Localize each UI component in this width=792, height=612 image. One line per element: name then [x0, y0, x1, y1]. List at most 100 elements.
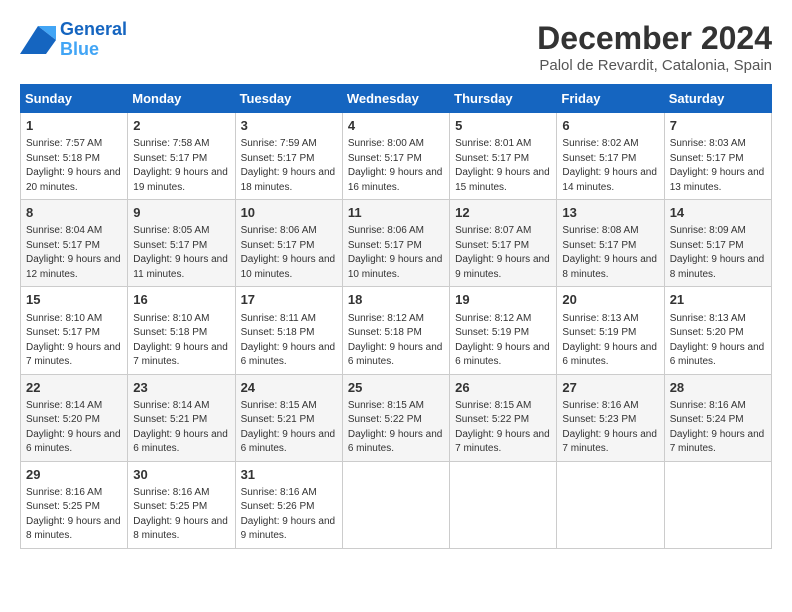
- day-info: Sunrise: 8:10 AM Sunset: 5:18 PM Dayligh…: [133, 312, 229, 370]
- day-number: 27: [562, 379, 658, 397]
- day-info: Sunrise: 8:10 AM Sunset: 5:17 PM Dayligh…: [26, 312, 122, 370]
- day-number: 16: [133, 291, 229, 309]
- day-info: Sunrise: 7:58 AM Sunset: 5:17 PM Dayligh…: [133, 137, 229, 195]
- calendar-day-cell: 23 Sunrise: 8:14 AM Sunset: 5:21 PM Dayli…: [128, 374, 235, 461]
- day-info: Sunrise: 8:03 AM Sunset: 5:17 PM Dayligh…: [670, 137, 766, 195]
- calendar-day-cell: 11Sunrise: 8:06 AM Sunset: 5:17 PM Dayli…: [342, 200, 449, 287]
- day-info: Sunrise: 8:12 AM Sunset: 5:18 PM Dayligh…: [348, 312, 444, 370]
- day-info: Sunrise: 8:16 AM Sunset: 5:26 PM Dayligh…: [241, 486, 337, 544]
- calendar-day-cell: 14 Sunrise: 8:09 AM Sunset: 5:17 PM Dayli…: [664, 200, 771, 287]
- header-cell-sunday: Sunday: [21, 85, 128, 113]
- day-info: Sunrise: 7:57 AM Sunset: 5:18 PM Dayligh…: [26, 137, 122, 195]
- calendar-day-cell: 22 Sunrise: 8:14 AM Sunset: 5:20 PM Dayli…: [21, 374, 128, 461]
- day-number: 26: [455, 379, 551, 397]
- page-title: December 2024: [537, 20, 772, 57]
- day-number: 11: [348, 204, 444, 222]
- day-info: Sunrise: 8:05 AM Sunset: 5:17 PM Dayligh…: [133, 224, 229, 282]
- header-cell-monday: Monday: [128, 85, 235, 113]
- calendar-day-cell: 6 Sunrise: 8:02 AM Sunset: 5:17 PM Daylig…: [557, 113, 664, 200]
- calendar-day-cell: 20 Sunrise: 8:13 AM Sunset: 5:19 PM Dayli…: [557, 287, 664, 374]
- calendar-day-cell: [450, 461, 557, 548]
- calendar-day-cell: 17Sunrise: 8:11 AM Sunset: 5:18 PM Dayli…: [235, 287, 342, 374]
- day-info: Sunrise: 8:13 AM Sunset: 5:19 PM Dayligh…: [562, 312, 658, 370]
- calendar-day-cell: 13Sunrise: 8:08 AM Sunset: 5:17 PM Dayli…: [557, 200, 664, 287]
- calendar-header: SundayMondayTuesdayWednesdayThursdayFrid…: [21, 85, 772, 113]
- day-info: Sunrise: 8:16 AM Sunset: 5:25 PM Dayligh…: [26, 486, 122, 544]
- calendar-day-cell: 1 Sunrise: 7:57 AM Sunset: 5:18 PM Daylig…: [21, 113, 128, 200]
- calendar-day-cell: 24 Sunrise: 8:15 AM Sunset: 5:21 PM Dayli…: [235, 374, 342, 461]
- day-number: 14: [670, 204, 766, 222]
- day-info: Sunrise: 8:08 AM Sunset: 5:17 PM Dayligh…: [562, 224, 658, 282]
- day-info: Sunrise: 8:15 AM Sunset: 5:21 PM Dayligh…: [241, 399, 337, 457]
- calendar-day-cell: 29 Sunrise: 8:16 AM Sunset: 5:25 PM Dayli…: [21, 461, 128, 548]
- calendar-day-cell: 12Sunrise: 8:07 AM Sunset: 5:17 PM Dayli…: [450, 200, 557, 287]
- day-info: Sunrise: 7:59 AM Sunset: 5:17 PM Dayligh…: [241, 137, 337, 195]
- calendar-day-cell: 15 Sunrise: 8:10 AM Sunset: 5:17 PM Dayli…: [21, 287, 128, 374]
- day-number: 15: [26, 291, 122, 309]
- day-info: Sunrise: 8:12 AM Sunset: 5:19 PM Dayligh…: [455, 312, 551, 370]
- calendar-day-cell: 19 Sunrise: 8:12 AM Sunset: 5:19 PM Dayli…: [450, 287, 557, 374]
- day-info: Sunrise: 8:16 AM Sunset: 5:23 PM Dayligh…: [562, 399, 658, 457]
- day-number: 9: [133, 204, 229, 222]
- day-number: 6: [562, 117, 658, 135]
- day-info: Sunrise: 8:14 AM Sunset: 5:20 PM Dayligh…: [26, 399, 122, 457]
- day-info: Sunrise: 8:06 AM Sunset: 5:17 PM Dayligh…: [241, 224, 337, 282]
- calendar-day-cell: 30 Sunrise: 8:16 AM Sunset: 5:25 PM Dayli…: [128, 461, 235, 548]
- day-number: 23: [133, 379, 229, 397]
- calendar-day-cell: 27 Sunrise: 8:16 AM Sunset: 5:23 PM Dayli…: [557, 374, 664, 461]
- calendar-table: SundayMondayTuesdayWednesdayThursdayFrid…: [20, 84, 772, 549]
- day-info: Sunrise: 8:00 AM Sunset: 5:17 PM Dayligh…: [348, 137, 444, 195]
- day-number: 4: [348, 117, 444, 135]
- day-info: Sunrise: 8:11 AM Sunset: 5:18 PM Dayligh…: [241, 312, 337, 370]
- day-info: Sunrise: 8:14 AM Sunset: 5:21 PM Dayligh…: [133, 399, 229, 457]
- title-block: December 2024 Palol de Revardit, Catalon…: [537, 20, 772, 74]
- day-number: 30: [133, 466, 229, 484]
- day-number: 22: [26, 379, 122, 397]
- day-number: 24: [241, 379, 337, 397]
- calendar-body: 1 Sunrise: 7:57 AM Sunset: 5:18 PM Daylig…: [21, 113, 772, 549]
- calendar-day-cell: 10 Sunrise: 8:06 AM Sunset: 5:17 PM Dayli…: [235, 200, 342, 287]
- day-number: 1: [26, 117, 122, 135]
- calendar-week-3: 22 Sunrise: 8:14 AM Sunset: 5:20 PM Dayli…: [21, 374, 772, 461]
- page-subtitle: Palol de Revardit, Catalonia, Spain: [537, 57, 772, 74]
- calendar-day-cell: 26 Sunrise: 8:15 AM Sunset: 5:22 PM Dayli…: [450, 374, 557, 461]
- calendar-day-cell: 31Sunrise: 8:16 AM Sunset: 5:26 PM Dayli…: [235, 461, 342, 548]
- calendar-day-cell: [557, 461, 664, 548]
- day-number: 19: [455, 291, 551, 309]
- calendar-week-1: 8Sunrise: 8:04 AM Sunset: 5:17 PM Daylig…: [21, 200, 772, 287]
- calendar-day-cell: 21 Sunrise: 8:13 AM Sunset: 5:20 PM Dayli…: [664, 287, 771, 374]
- day-number: 25: [348, 379, 444, 397]
- calendar-day-cell: 9 Sunrise: 8:05 AM Sunset: 5:17 PM Daylig…: [128, 200, 235, 287]
- day-info: Sunrise: 8:01 AM Sunset: 5:17 PM Dayligh…: [455, 137, 551, 195]
- calendar-week-4: 29 Sunrise: 8:16 AM Sunset: 5:25 PM Dayli…: [21, 461, 772, 548]
- day-number: 29: [26, 466, 122, 484]
- header-cell-saturday: Saturday: [664, 85, 771, 113]
- header-cell-tuesday: Tuesday: [235, 85, 342, 113]
- calendar-day-cell: 3Sunrise: 7:59 AM Sunset: 5:17 PM Daylig…: [235, 113, 342, 200]
- calendar-week-0: 1 Sunrise: 7:57 AM Sunset: 5:18 PM Daylig…: [21, 113, 772, 200]
- day-info: Sunrise: 8:02 AM Sunset: 5:17 PM Dayligh…: [562, 137, 658, 195]
- calendar-day-cell: 25 Sunrise: 8:15 AM Sunset: 5:22 PM Dayli…: [342, 374, 449, 461]
- calendar-day-cell: [342, 461, 449, 548]
- day-info: Sunrise: 8:16 AM Sunset: 5:25 PM Dayligh…: [133, 486, 229, 544]
- day-info: Sunrise: 8:16 AM Sunset: 5:24 PM Dayligh…: [670, 399, 766, 457]
- calendar-day-cell: 4 Sunrise: 8:00 AM Sunset: 5:17 PM Daylig…: [342, 113, 449, 200]
- calendar-day-cell: 8Sunrise: 8:04 AM Sunset: 5:17 PM Daylig…: [21, 200, 128, 287]
- day-number: 8: [26, 204, 122, 222]
- day-number: 2: [133, 117, 229, 135]
- page-header: General Blue December 2024 Palol de Reva…: [20, 20, 772, 74]
- calendar-day-cell: 16 Sunrise: 8:10 AM Sunset: 5:18 PM Dayli…: [128, 287, 235, 374]
- day-info: Sunrise: 8:09 AM Sunset: 5:17 PM Dayligh…: [670, 224, 766, 282]
- day-number: 21: [670, 291, 766, 309]
- calendar-day-cell: 5Sunrise: 8:01 AM Sunset: 5:17 PM Daylig…: [450, 113, 557, 200]
- day-info: Sunrise: 8:07 AM Sunset: 5:17 PM Dayligh…: [455, 224, 551, 282]
- day-number: 10: [241, 204, 337, 222]
- logo: General Blue: [20, 20, 127, 60]
- day-info: Sunrise: 8:15 AM Sunset: 5:22 PM Dayligh…: [348, 399, 444, 457]
- header-cell-wednesday: Wednesday: [342, 85, 449, 113]
- day-info: Sunrise: 8:13 AM Sunset: 5:20 PM Dayligh…: [670, 312, 766, 370]
- day-number: 20: [562, 291, 658, 309]
- calendar-week-2: 15 Sunrise: 8:10 AM Sunset: 5:17 PM Dayli…: [21, 287, 772, 374]
- calendar-day-cell: 28Sunrise: 8:16 AM Sunset: 5:24 PM Dayli…: [664, 374, 771, 461]
- day-info: Sunrise: 8:15 AM Sunset: 5:22 PM Dayligh…: [455, 399, 551, 457]
